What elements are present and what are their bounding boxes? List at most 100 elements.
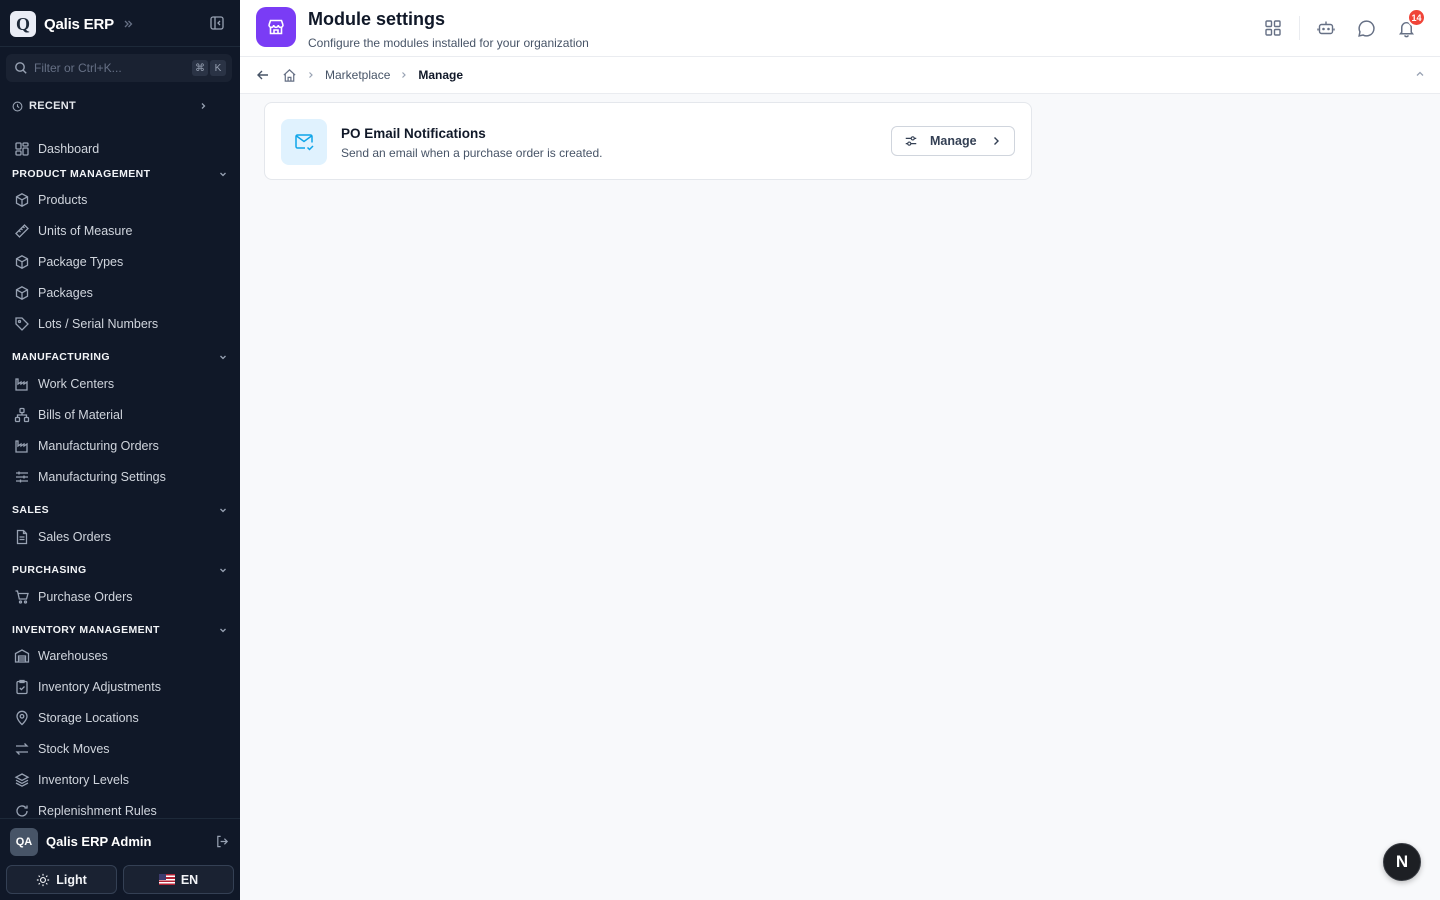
section-inventory-management[interactable]: INVENTORY MANAGEMENT [12, 622, 228, 638]
apps-grid-icon[interactable] [1259, 14, 1287, 42]
tag-icon [15, 317, 29, 331]
chevron-down-icon [218, 169, 228, 179]
box-icon [15, 193, 29, 207]
section-label: MANUFACTURING [12, 351, 110, 363]
logout-icon[interactable] [215, 834, 230, 849]
brand-name: Qalis ERP [44, 15, 114, 33]
theme-toggle-button[interactable]: Light [6, 865, 117, 894]
page-subtitle: Configure the modules installed for your… [308, 36, 589, 50]
breadcrumb-marketplace[interactable]: Marketplace [325, 68, 390, 82]
chevrons-right-icon [122, 18, 134, 30]
sidebar-item-label: Replenishment Rules [38, 804, 157, 818]
manage-button[interactable]: Manage [891, 126, 1015, 156]
sidebar-item-lots-serial-numbers[interactable]: Lots / Serial Numbers [6, 309, 232, 339]
chevron-right-icon [198, 101, 208, 111]
search-icon [15, 62, 27, 74]
module-card: PO Email Notifications Send an email whe… [264, 102, 1032, 180]
sidebar-item-label: Manufacturing Orders [38, 439, 159, 453]
warehouse-icon [14, 649, 30, 663]
sidebar-item-manufacturing-settings[interactable]: Manufacturing Settings [6, 462, 232, 492]
sidebar-item-package-types[interactable]: Package Types [6, 247, 232, 277]
sidebar-item-stock-moves[interactable]: Stock Moves [6, 734, 232, 764]
sidebar-item-products[interactable]: Products [6, 185, 232, 215]
sidebar-item-label: Sales Orders [38, 530, 111, 544]
sidebar-item-dashboard[interactable]: Dashboard [6, 134, 232, 164]
dashboard-icon [15, 142, 29, 156]
brand-logo: Q [10, 11, 36, 37]
sidebar-item-inventory-adjustments[interactable]: Inventory Adjustments [6, 672, 232, 702]
map-pin-icon [16, 710, 28, 726]
sun-icon [37, 873, 50, 886]
page-title: Module settings [308, 9, 446, 29]
section-label: SALES [12, 504, 50, 516]
bot-icon[interactable] [1312, 14, 1340, 42]
sidebar-item-label: Dashboard [38, 142, 100, 156]
sidebar-item-label: Packages [38, 286, 93, 300]
notification-badge: 14 [1407, 8, 1426, 27]
language-button[interactable]: EN [123, 865, 234, 894]
section-sales[interactable]: SALES [12, 502, 228, 518]
chevron-down-icon [218, 505, 228, 515]
document-icon [16, 529, 28, 545]
sidebar-nav: Dashboard PRODUCT MANAGEMENT Products Un… [0, 134, 240, 818]
chevron-down-icon [218, 565, 228, 575]
user-name: Qalis ERP Admin [46, 834, 152, 849]
sidebar-item-label: Lots / Serial Numbers [38, 317, 159, 331]
recent-toggle[interactable]: RECENT [12, 98, 208, 114]
sidebar-item-inventory-levels[interactable]: Inventory Levels [6, 765, 232, 795]
sidebar-item-warehouses[interactable]: Warehouses [6, 641, 232, 671]
mail-check-icon [281, 119, 327, 165]
breadcrumb-current: Manage [418, 68, 464, 82]
chevron-up-icon[interactable] [1414, 68, 1426, 80]
factory-icon [15, 378, 28, 391]
recent-label: RECENT [29, 100, 77, 112]
box-icon [15, 255, 29, 269]
section-label: INVENTORY MANAGEMENT [12, 624, 160, 636]
sidebar-item-sales-orders[interactable]: Sales Orders [6, 522, 232, 552]
home-icon[interactable] [282, 68, 297, 83]
next-devtools-button[interactable]: N [1383, 843, 1421, 881]
sidebar-item-manufacturing-orders[interactable]: Manufacturing Orders [6, 431, 232, 461]
module-description: Send an email when a purchase order is c… [341, 146, 603, 160]
refresh-icon [16, 805, 28, 817]
sidebar-item-label: Products [38, 193, 88, 207]
user-profile[interactable]: QA Qalis ERP Admin [0, 818, 240, 864]
back-arrow-icon[interactable] [256, 68, 270, 82]
kbd-cmd: ⌘ [192, 60, 208, 76]
section-manufacturing[interactable]: MANUFACTURING [12, 349, 228, 365]
ruler-icon [15, 224, 29, 238]
sidebar-collapse-icon[interactable] [209, 15, 225, 31]
sidebar-item-label: Manufacturing Settings [38, 470, 166, 484]
sidebar-item-label: Stock Moves [38, 742, 110, 756]
sidebar-item-units-of-measure[interactable]: Units of Measure [6, 216, 232, 246]
sidebar-item-label: Warehouses [38, 649, 108, 663]
sidebar-item-replenishment-rules[interactable]: Replenishment Rules [6, 796, 232, 818]
sidebar-item-purchase-orders[interactable]: Purchase Orders [6, 582, 232, 612]
filter-search[interactable]: ⌘ K [6, 54, 232, 82]
chat-icon[interactable] [1352, 14, 1380, 42]
brand[interactable]: Q Qalis ERP [10, 10, 134, 38]
section-label: PURCHASING [12, 564, 87, 576]
sidebar-item-bills-of-material[interactable]: Bills of Material [6, 400, 232, 430]
layers-icon [14, 773, 30, 787]
breadcrumb: Marketplace Manage [240, 57, 1440, 94]
page-header: Module settings Configure the modules in… [240, 0, 1440, 57]
arrows-left-right-icon [15, 743, 29, 755]
sliders-icon [16, 471, 28, 483]
language-label: EN [180, 872, 199, 887]
sidebar-item-label: Bills of Material [38, 408, 123, 422]
sidebar-item-label: Inventory Adjustments [38, 680, 161, 694]
sidebar-item-label: Inventory Levels [38, 773, 130, 787]
sidebar-item-label: Package Types [38, 255, 124, 269]
section-product-management[interactable]: PRODUCT MANAGEMENT [12, 166, 228, 182]
theme-label: Light [56, 872, 87, 887]
store-icon [256, 7, 296, 47]
filter-input[interactable] [34, 61, 190, 75]
manage-button-label: Manage [930, 134, 977, 148]
sidebar-item-packages[interactable]: Packages [6, 278, 232, 308]
avatar: QA [10, 827, 38, 856]
sidebar-item-storage-locations[interactable]: Storage Locations [6, 703, 232, 733]
section-purchasing[interactable]: PURCHASING [12, 562, 228, 578]
sidebar-item-work-centers[interactable]: Work Centers [6, 369, 232, 399]
sidebar-item-label: Purchase Orders [38, 590, 133, 604]
